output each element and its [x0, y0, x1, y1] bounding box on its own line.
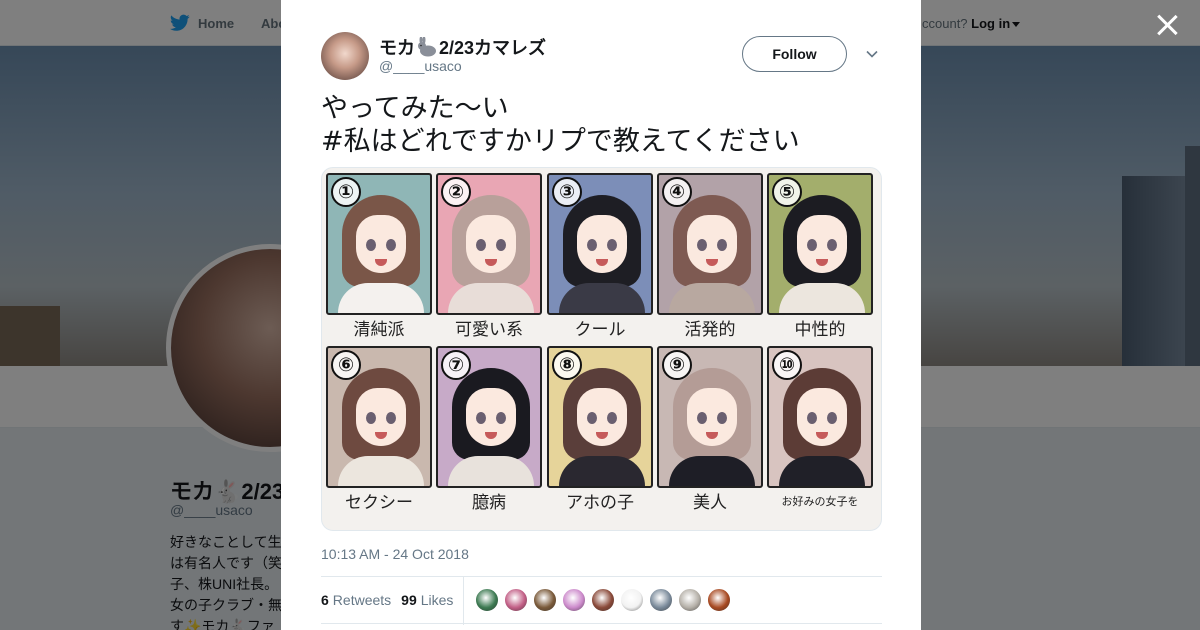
character-panel: ⑦: [436, 346, 542, 488]
panel-number: ④: [662, 177, 692, 207]
chevron-down-icon[interactable]: [866, 48, 878, 60]
character-body: [779, 283, 865, 313]
tweet-text: やってみた〜い #私はどれですかリプで教えてください: [321, 92, 881, 158]
author-name-suffix: 2/23カマレズ: [439, 38, 547, 58]
tweet-timestamp[interactable]: 10:13 AM - 24 Oct 2018: [321, 546, 469, 562]
panel-number: ⑩: [772, 350, 802, 380]
likes-count: 99: [401, 592, 417, 608]
close-icon[interactable]: [1154, 12, 1180, 38]
character-eye: [496, 412, 506, 424]
character-eye: [366, 412, 376, 424]
liker-avatar[interactable]: [504, 588, 528, 612]
character-body: [559, 456, 645, 486]
likes-label: Likes: [420, 592, 454, 608]
character-eye: [476, 239, 486, 251]
panel-caption: 中性的: [794, 320, 846, 340]
panel-number: ⑦: [441, 350, 471, 380]
character-panel: ④: [657, 173, 763, 315]
panel-number: ⑤: [772, 177, 802, 207]
character-eye: [827, 239, 837, 251]
tweet-hashtag[interactable]: #私はどれですかリプで教えてください: [321, 125, 881, 158]
character-eye: [717, 412, 727, 424]
panel-number: ⑨: [662, 350, 692, 380]
character-eye: [496, 239, 506, 251]
character-eye: [607, 412, 617, 424]
character-panel: ⑧: [547, 346, 653, 488]
character-eye: [366, 239, 376, 251]
panel-number: ②: [441, 177, 471, 207]
character-eye: [607, 239, 617, 251]
character-eye: [587, 412, 597, 424]
retweets-label: Retweets: [332, 592, 392, 608]
retweets-count: 6: [321, 592, 329, 608]
character-body: [338, 283, 424, 313]
character-panel: ③: [547, 173, 653, 315]
character-eye: [697, 239, 707, 251]
tweet-stats: 6 Retweets 99 Likes: [321, 576, 882, 625]
character-body: [448, 456, 534, 486]
character-panel: ⑩: [767, 346, 873, 488]
panel-caption: セクシー: [345, 493, 413, 513]
character-eye: [697, 412, 707, 424]
panel-caption: アホの子: [566, 493, 634, 513]
character-panel: ②: [436, 173, 542, 315]
character-body: [669, 283, 755, 313]
character-panel: ⑥: [326, 346, 432, 488]
character-eye: [587, 239, 597, 251]
panel-caption: 可愛い系: [455, 320, 523, 340]
panel-caption: 活発的: [684, 320, 736, 340]
tweet-text-line: やってみた〜い: [321, 93, 509, 124]
character-panel: ⑨: [657, 346, 763, 488]
panel-caption: 美人: [693, 493, 727, 513]
character-eye: [807, 412, 817, 424]
character-eye: [386, 239, 396, 251]
author-handle[interactable]: @____usaco: [379, 58, 462, 74]
liker-avatar[interactable]: [533, 588, 557, 612]
character-body: [338, 456, 424, 486]
panel-number: ⑥: [331, 350, 361, 380]
panel-caption: クール: [574, 320, 626, 340]
panel-number: ①: [331, 177, 361, 207]
follow-button[interactable]: Follow: [742, 36, 847, 72]
liker-avatar[interactable]: [620, 588, 644, 612]
tweet-modal: モカ 2/23カマレズ @____usaco Follow やってみた〜い #私…: [281, 0, 921, 630]
rabbit-icon: [418, 37, 436, 57]
character-body: [448, 283, 534, 313]
retweets-stat[interactable]: 6 Retweets: [321, 592, 391, 608]
panel-caption: お好みの女子を: [781, 495, 859, 508]
character-body: [779, 456, 865, 486]
character-panel: ⑤: [767, 173, 873, 315]
character-eye: [476, 412, 486, 424]
character-eye: [717, 239, 727, 251]
liker-avatar[interactable]: [678, 588, 702, 612]
stats-divider: [463, 577, 464, 625]
panel-number: ⑧: [552, 350, 582, 380]
liker-avatars: [475, 588, 731, 612]
liker-avatar[interactable]: [707, 588, 731, 612]
liker-avatar[interactable]: [562, 588, 586, 612]
liker-avatar[interactable]: [649, 588, 673, 612]
panel-number: ③: [552, 177, 582, 207]
author-avatar[interactable]: [321, 32, 369, 80]
author-name[interactable]: モカ 2/23カマレズ: [379, 34, 546, 60]
liker-avatar[interactable]: [591, 588, 615, 612]
likes-stat[interactable]: 99 Likes: [401, 592, 453, 608]
engagement-counts: 6 Retweets 99 Likes: [321, 592, 453, 608]
character-eye: [827, 412, 837, 424]
character-body: [669, 456, 755, 486]
author-name-prefix: モカ: [379, 38, 415, 58]
panel-caption: 臆病: [472, 493, 506, 513]
character-panel: ①: [326, 173, 432, 315]
liker-avatar[interactable]: [475, 588, 499, 612]
character-eye: [386, 412, 396, 424]
panel-caption: 清純派: [353, 320, 405, 340]
tweet-media-image[interactable]: ① 清純派 ② 可愛い系 ③ クール ④ 活発的 ⑤ 中性的 ⑥ セクシー ⑦ 臆病 ⑧ アホの子 ⑨ 美人 ⑩ お好…: [321, 167, 882, 531]
character-body: [559, 283, 645, 313]
character-eye: [807, 239, 817, 251]
